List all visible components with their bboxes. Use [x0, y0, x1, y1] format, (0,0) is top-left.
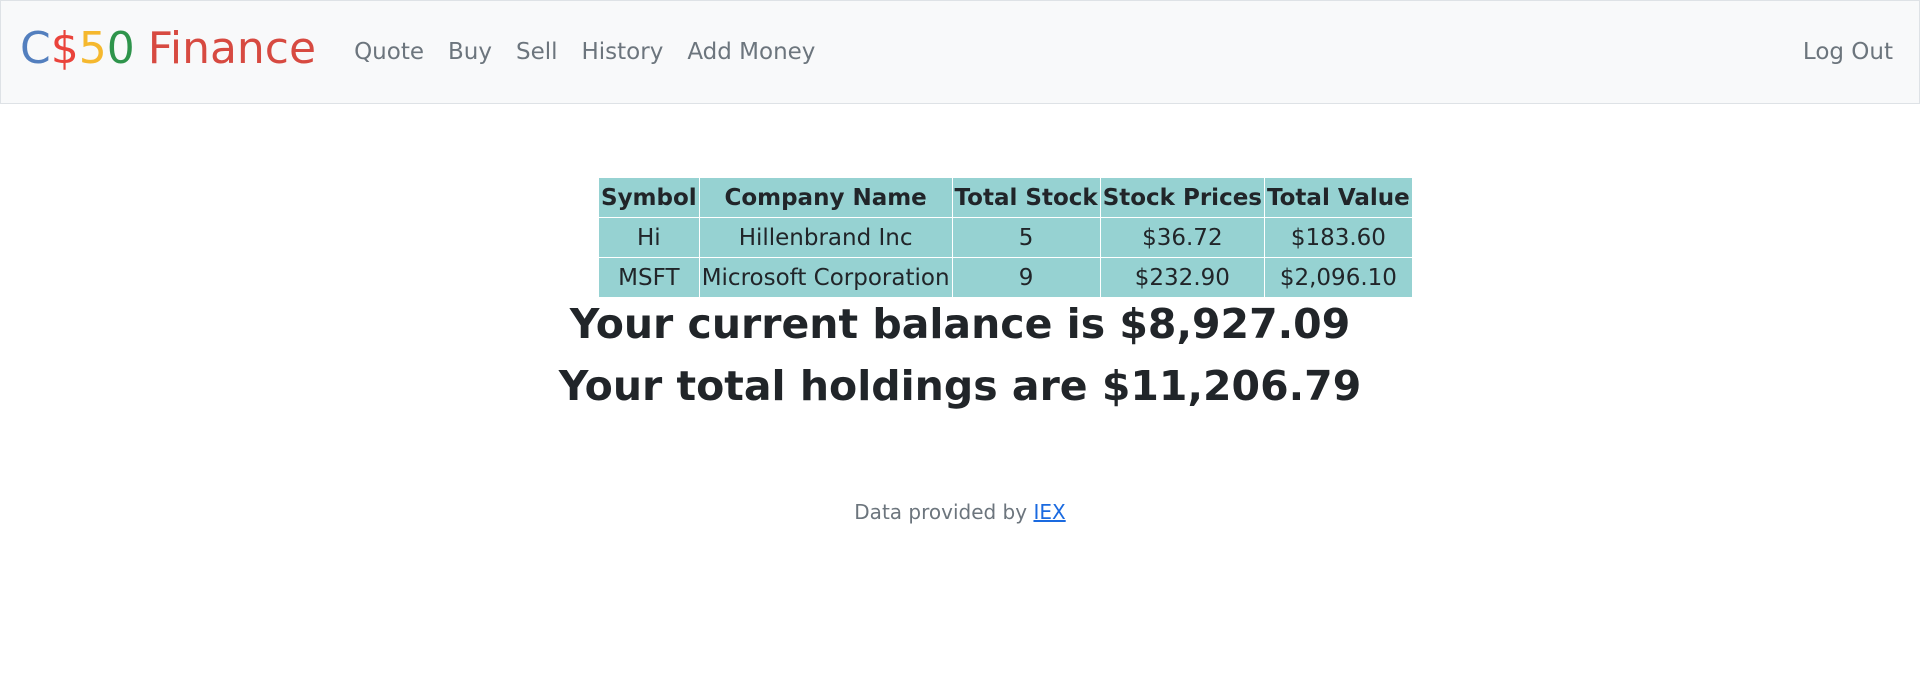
- nav-link-buy[interactable]: Buy: [436, 39, 504, 65]
- table-header-row: Symbol Company Name Total Stock Stock Pr…: [598, 177, 1413, 218]
- cell-total-value: $2,096.10: [1264, 257, 1413, 298]
- header-total-stock: Total Stock: [951, 177, 1101, 218]
- cell-symbol: MSFT: [598, 257, 700, 298]
- header-stock-prices: Stock Prices: [1099, 177, 1266, 218]
- brand-logo-link[interactable]: C$50 Finance: [20, 27, 316, 71]
- header-company-name: Company Name: [698, 177, 953, 218]
- nav-links: Quote Buy Sell History Add Money: [342, 39, 827, 65]
- nav-link-sell[interactable]: Sell: [504, 39, 570, 65]
- brand-finance-text: Finance: [147, 23, 317, 74]
- iex-link[interactable]: IEX: [1033, 500, 1065, 524]
- table-row: Hi Hillenbrand Inc 5 $36.72 $183.60: [598, 217, 1413, 258]
- cell-symbol: Hi: [598, 217, 700, 258]
- header-total-value: Total Value: [1264, 177, 1413, 218]
- table-row: MSFT Microsoft Corporation 9 $232.90 $2,…: [598, 257, 1413, 298]
- nav-right: Log Out: [1791, 39, 1905, 65]
- cell-company-name: Hillenbrand Inc: [698, 217, 953, 258]
- cell-total-value: $183.60: [1264, 217, 1413, 258]
- footer-prefix: Data provided by: [854, 500, 1034, 524]
- nav-link-quote[interactable]: Quote: [342, 39, 436, 65]
- nav-link-log-out[interactable]: Log Out: [1791, 39, 1905, 65]
- nav-link-history[interactable]: History: [570, 39, 676, 65]
- header-symbol: Symbol: [598, 177, 700, 218]
- navbar: C$50 Finance Quote Buy Sell History Add M…: [0, 0, 1920, 104]
- cell-stock-price: $232.90: [1099, 257, 1266, 298]
- brand-letter-c: C: [20, 23, 51, 74]
- brand-letter-zero: 0: [106, 23, 135, 74]
- brand-letter-dollar: $: [50, 23, 79, 74]
- footer-attribution: Data provided by IEX: [0, 500, 1920, 524]
- cell-company-name: Microsoft Corporation: [698, 257, 953, 298]
- current-balance-heading: Your current balance is $8,927.09: [569, 300, 1351, 348]
- portfolio-table: Symbol Company Name Total Stock Stock Pr…: [598, 177, 1413, 298]
- cell-stock-price: $36.72: [1099, 217, 1266, 258]
- cell-total-stock: 5: [951, 217, 1101, 258]
- total-holdings-heading: Your total holdings are $11,206.79: [558, 362, 1362, 410]
- brand-letter-five: 5: [78, 23, 107, 74]
- cell-total-stock: 9: [951, 257, 1101, 298]
- nav-link-add-money[interactable]: Add Money: [675, 39, 827, 65]
